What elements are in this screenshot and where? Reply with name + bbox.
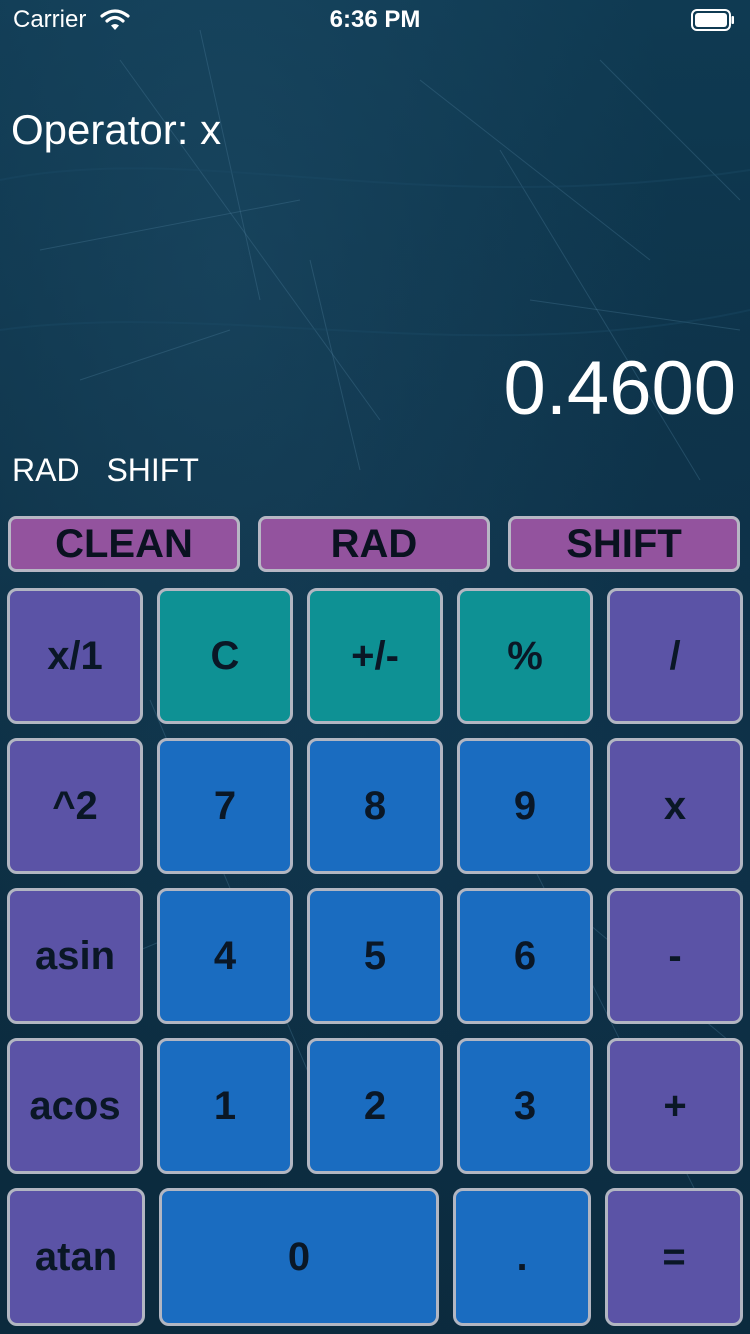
battery-icon — [691, 9, 734, 31]
add-key[interactable]: + — [607, 1038, 743, 1174]
clear-key[interactable]: C — [157, 588, 293, 724]
percent-key[interactable]: % — [457, 588, 593, 724]
rad-button[interactable]: RAD — [258, 516, 490, 572]
digit-8-key[interactable]: 8 — [307, 738, 443, 874]
mode-shift-indicator: SHIFT — [106, 452, 199, 488]
acos-key[interactable]: acos — [7, 1038, 143, 1174]
clock: 6:36 PM — [329, 6, 421, 33]
asin-key[interactable]: asin — [7, 888, 143, 1024]
digit-1-key[interactable]: 1 — [157, 1038, 293, 1174]
mode-rad-indicator: RAD — [12, 452, 80, 488]
digit-9-key[interactable]: 9 — [457, 738, 593, 874]
multiply-key[interactable]: x — [607, 738, 743, 874]
digit-3-key[interactable]: 3 — [457, 1038, 593, 1174]
result-display: 0.4600 — [503, 346, 736, 431]
digit-5-key[interactable]: 5 — [307, 888, 443, 1024]
shift-button[interactable]: SHIFT — [508, 516, 740, 572]
operator-label: Operator: x — [11, 106, 222, 153]
digit-4-key[interactable]: 4 — [157, 888, 293, 1024]
sign-toggle-key[interactable]: +/- — [307, 588, 443, 724]
equals-key[interactable]: = — [605, 1188, 743, 1326]
decimal-key[interactable]: . — [453, 1188, 591, 1326]
subtract-key[interactable]: - — [607, 888, 743, 1024]
divide-key[interactable]: / — [607, 588, 743, 724]
digit-0-key[interactable]: 0 — [159, 1188, 439, 1326]
mode-indicators: RAD SHIFT — [12, 452, 217, 489]
clean-button[interactable]: CLEAN — [8, 516, 240, 572]
digit-7-key[interactable]: 7 — [157, 738, 293, 874]
reciprocal-key[interactable]: x/1 — [7, 588, 143, 724]
atan-key[interactable]: atan — [7, 1188, 145, 1326]
digit-6-key[interactable]: 6 — [457, 888, 593, 1024]
square-key[interactable]: ^2 — [7, 738, 143, 874]
digit-2-key[interactable]: 2 — [307, 1038, 443, 1174]
status-bar: Carrier 6:36 PM — [0, 0, 750, 40]
